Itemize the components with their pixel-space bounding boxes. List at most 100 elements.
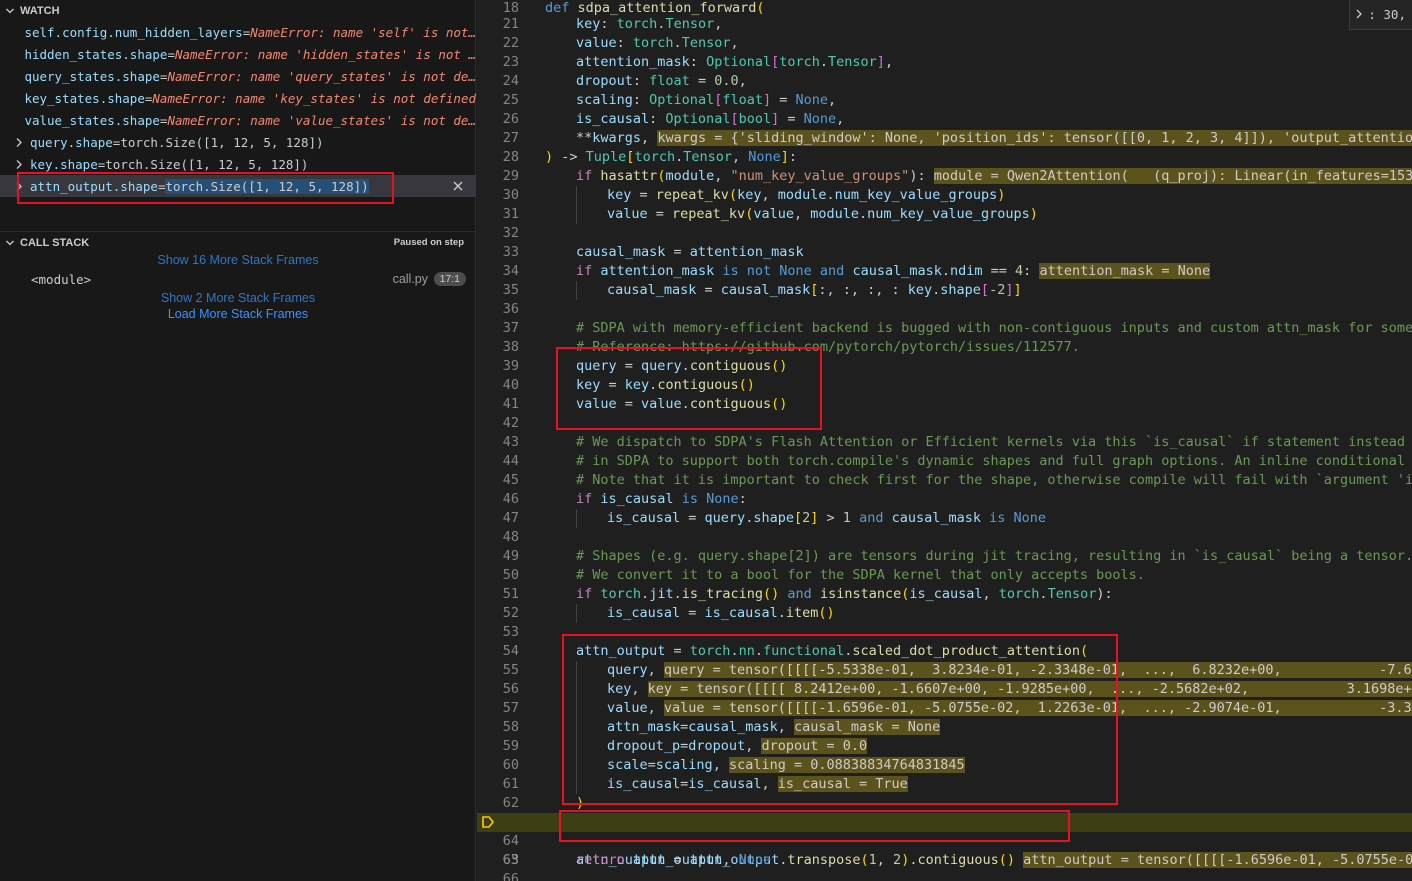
watch-item[interactable]: hidden_states.shape = NameError: name 'h… <box>0 43 476 65</box>
inline-value: key = tensor([[[[ 8.2412e+00, -1.6607e+0… <box>647 681 1412 697</box>
code-line: 41 value = value.contiguous() <box>502 396 788 412</box>
code-line: 54 attn_output = torch.nn.functional.scal… <box>502 643 1089 659</box>
remove-expression-icon[interactable] <box>450 178 466 194</box>
code-line: 21 key: torch.Tensor, <box>502 16 723 32</box>
chevron-down-icon <box>6 8 14 14</box>
code-line: 33 causal_mask = attention_mask <box>502 244 804 260</box>
code-line: 35 causal_mask = causal_mask[:, :, :, : k… <box>502 281 1022 300</box>
code-line: 50 # We convert it to a bool for the SDPA… <box>502 567 1145 583</box>
show-more-frames-link[interactable]: Show 2 More Stack Frames <box>0 291 476 305</box>
code-line: 49 # Shapes (e.g. query.shape[2]) are ten… <box>502 548 1412 564</box>
watch-item-selected[interactable]: attn_output.shape = torch.Size([1, 12, 5… <box>0 175 476 197</box>
watch-item[interactable]: query.shape = torch.Size([1, 12, 5, 128]… <box>0 131 476 153</box>
code-line: 46 if is_causal is None: <box>502 491 747 507</box>
code-line: 66 <box>502 871 519 881</box>
watch-item[interactable]: value_states.shape = NameError: name 'va… <box>0 109 476 131</box>
code-line: 52 is_causal = is_causal.item() <box>502 604 835 623</box>
inline-value: dropout = 0.0 <box>761 738 868 754</box>
watch-expression: key_states.shape <box>24 90 145 106</box>
code-line: 57 value, value = tensor([[[[-1.6596e-01,… <box>477 699 1412 718</box>
watch-title: WATCH <box>20 5 60 17</box>
code-line: 25 scaling: Optional[float] = None, <box>502 92 837 108</box>
chevron-down-icon <box>6 240 14 246</box>
watch-error-value: NameError: name 'key_states' is not defi… <box>152 90 476 106</box>
watch-expression: attn_output.shape <box>30 178 158 194</box>
watch-expression: value_states.shape <box>24 112 160 128</box>
chevron-right-icon[interactable] <box>16 159 30 169</box>
code-line: 23 attention_mask: Optional[torch.Tensor]… <box>502 54 894 70</box>
watch-error-value: NameError: name 'query_states' is not de… <box>167 68 476 84</box>
code-line: 58 attn_mask=causal_mask, causal_mask = N… <box>502 718 941 737</box>
code-editor[interactable]: 18 def sdpa_attention_forward( 21 key: tor… <box>477 0 1412 881</box>
code-line: 65 return attn_output, None <box>502 852 772 868</box>
code-line: 42 <box>502 415 519 431</box>
code-line: 47 is_causal = query.shape[2] > 1 and cau… <box>502 509 1047 528</box>
code-line: 64 <box>502 833 519 849</box>
watch-value: torch.Size([1, 12, 5, 128]) <box>120 134 324 150</box>
chevron-right-icon <box>1356 7 1363 22</box>
inline-value: attention_mask = None <box>1039 263 1211 279</box>
inline-value: scaling = 0.08838834764831845 <box>728 757 965 773</box>
code-line: 55 query, query = tensor([[[[-5.5338e-01,… <box>477 661 1412 680</box>
code-line: 61 is_causal=is_causal, is_causal = True <box>502 775 908 794</box>
code-line: 22 value: torch.Tensor, <box>502 35 739 51</box>
current-execution-line: 63 attn_output = attn_output.transpose(1,… <box>477 813 1412 868</box>
frame-name: <module> <box>31 271 92 287</box>
code-line: 31 value = repeat_kv(value, module.num_ke… <box>502 205 1038 224</box>
code-line: 38 # Reference: https://github.com/pytorc… <box>502 339 1080 355</box>
code-line: 51 if torch.jit.is_tracing() and isinstan… <box>502 586 1113 602</box>
watch-item[interactable]: key_states.shape = NameError: name 'key_… <box>0 87 476 109</box>
watch-expression: query.shape <box>30 134 113 150</box>
show-more-frames-link[interactable]: Show 16 More Stack Frames <box>0 253 476 267</box>
code-line: 32 <box>502 225 519 241</box>
inline-value: value = tensor([[[[-1.6596e-01, -5.0755e… <box>663 700 1412 716</box>
code-line: 62) <box>502 795 585 811</box>
watch-expression: key.shape <box>30 156 98 172</box>
code-line: 37 # SDPA with memory-efficient backend i… <box>502 320 1412 336</box>
watch-error-value: NameError: name 'hidden_states' is not … <box>174 46 476 62</box>
code-line: 59 dropout_p=dropout, dropout = 0.0 <box>502 737 868 756</box>
code-line: 48 <box>502 529 519 545</box>
code-line: 30 key = repeat_kv(key, module.num_key_va… <box>502 186 1006 205</box>
load-more-frames-link[interactable]: Load More Stack Frames <box>0 307 476 321</box>
frame-file: call.py <box>392 272 428 286</box>
code-line: 53 <box>502 624 519 640</box>
inline-value: kwargs = {'sliding_window': None, 'posit… <box>657 130 1412 146</box>
code-line: 28) -> Tuple[torch.Tensor, None]: <box>502 149 798 165</box>
code-line: 43 # We dispatch to SDPA's Flash Attentio… <box>502 434 1412 450</box>
inline-value: query = tensor([[[[-5.5338e-01, 3.8234e-… <box>663 662 1412 678</box>
code-line: 27 **kwargs, kwargs = {'sliding_window': … <box>477 129 1412 148</box>
call-stack-title: CALL STACK <box>20 236 90 249</box>
stack-frame[interactable]: <module> call.py 17:1 <box>0 268 476 290</box>
code-line: 26 is_causal: Optional[bool] = None, <box>502 111 845 127</box>
watch-expression: self.config.num_hidden_layers <box>24 24 243 40</box>
sticky-scroll-text: : 30, <box>1368 7 1406 22</box>
watch-item[interactable]: key.shape = torch.Size([1, 12, 5, 128]) <box>0 153 476 175</box>
code-line: 24 dropout: float = 0.0, <box>502 73 747 89</box>
inline-value: is_causal = True <box>777 776 908 792</box>
code-line: 56 key, key = tensor([[[[ 8.2412e+00, -1.… <box>477 680 1412 699</box>
debug-sidebar: WATCH self.config.num_hidden_layers = Na… <box>0 0 476 881</box>
code-line: 36 <box>502 301 519 317</box>
watch-item[interactable]: query_states.shape = NameError: name 'qu… <box>0 65 476 87</box>
watch-section-header[interactable]: WATCH <box>0 0 476 22</box>
watch-value: torch.Size([1, 12, 5, 128]) <box>105 156 309 172</box>
frame-position-badge: 17:1 <box>433 272 466 286</box>
chevron-right-icon[interactable] <box>16 137 30 147</box>
code-line: 44 # in SDPA to support both torch.compil… <box>502 453 1412 469</box>
paused-status: Paused on step <box>393 237 464 248</box>
code-line: 45 # Note that it is important to check f… <box>502 472 1412 488</box>
instruction-pointer-icon <box>481 815 495 829</box>
watch-expression: query_states.shape <box>24 68 160 84</box>
watch-error-value: NameError: name 'self' is not… <box>250 24 476 40</box>
code-line: 60 scale=scaling, scaling = 0.08838834764… <box>502 756 965 775</box>
watch-error-value: NameError: name 'value_states' is not de… <box>167 112 476 128</box>
sticky-scroll-widget[interactable]: : 30, <box>1349 0 1412 30</box>
call-stack-section-header[interactable]: CALL STACK Paused on step <box>0 231 476 253</box>
inline-value: causal_mask = None <box>793 719 941 735</box>
watch-item[interactable]: self.config.num_hidden_layers = NameErro… <box>0 21 476 43</box>
inline-value: module = Qwen2Attention( (q_proj): Linea… <box>933 168 1412 184</box>
code-line: 29 if hasattr(module, "num_key_value_grou… <box>477 167 1412 186</box>
chevron-right-icon[interactable] <box>16 181 30 191</box>
watch-expression: hidden_states.shape <box>24 46 168 62</box>
